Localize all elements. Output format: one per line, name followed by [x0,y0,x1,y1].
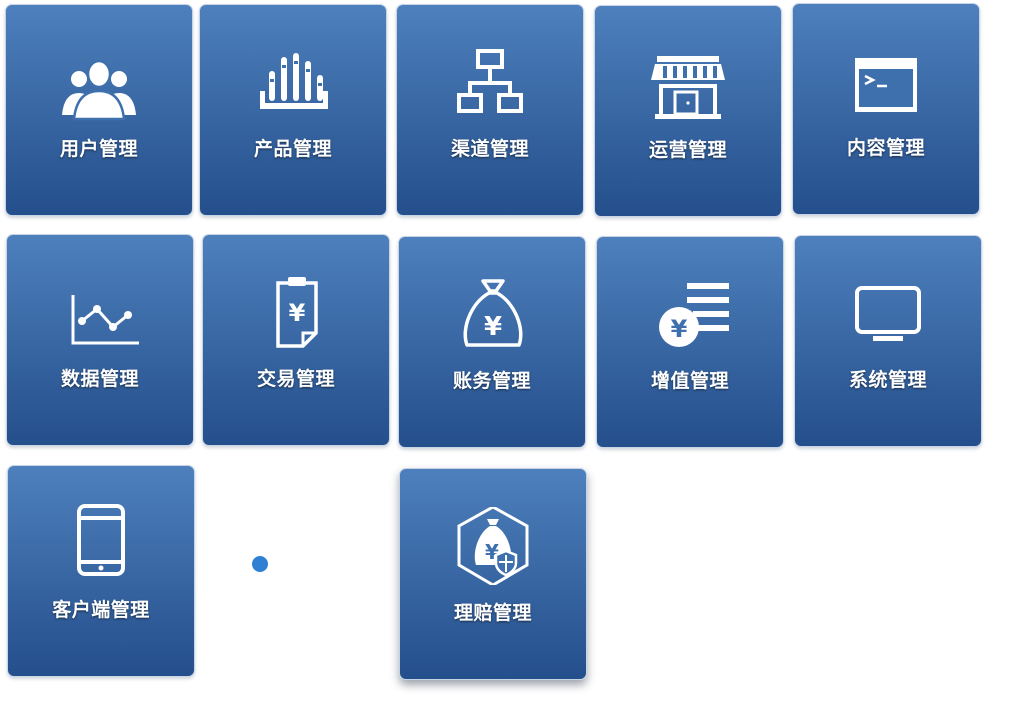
tile-value-added-management[interactable]: ¥ 增值管理 [596,236,784,448]
svg-text:¥: ¥ [484,312,502,342]
product-bars-icon [248,43,338,121]
tile-label: 增值管理 [650,370,729,392]
users-icon [54,43,144,121]
tile-product-management[interactable]: 产品管理 [199,4,387,216]
tile-label: 用户管理 [59,138,138,160]
tile-data-management[interactable]: 数据管理 [6,234,194,446]
tile-operation-management[interactable]: 运营管理 [594,5,782,217]
svg-text:¥: ¥ [289,299,306,327]
svg-text:¥: ¥ [671,315,688,343]
tile-accounting-management[interactable]: ¥ 账务管理 [398,236,586,448]
tile-label: 交易管理 [256,368,335,390]
tile-label: 内容管理 [846,137,925,159]
tile-channel-management[interactable]: 渠道管理 [396,4,584,216]
tile-label: 系统管理 [848,369,927,391]
yen-coin-stack-icon: ¥ [645,275,735,353]
tile-user-management[interactable]: 用户管理 [5,4,193,216]
line-chart-icon [55,273,145,351]
money-bag-icon: ¥ [447,275,537,353]
tile-label: 客户端管理 [52,599,150,621]
terminal-window-icon [841,42,931,120]
claim-shield-icon: ¥ [448,507,538,585]
carousel-indicator-dot[interactable] [252,556,268,572]
tile-client-management[interactable]: 客户端管理 [7,465,195,677]
tile-label: 理赔管理 [453,602,532,624]
tile-label: 运营管理 [648,139,727,161]
tile-transaction-management[interactable]: ¥ 交易管理 [202,234,390,446]
tile-label: 数据管理 [60,368,139,390]
tablet-icon [56,504,146,582]
tile-label: 产品管理 [253,138,332,160]
network-icon [445,43,535,121]
store-icon [643,44,733,122]
tile-label: 账务管理 [452,370,531,392]
clipboard-yen-icon: ¥ [251,273,341,351]
tile-content-management[interactable]: 内容管理 [792,3,980,215]
tile-label: 渠道管理 [450,138,529,160]
monitor-icon [843,274,933,352]
tile-claims-management[interactable]: ¥ 理赔管理 [399,468,587,680]
tile-system-management[interactable]: 系统管理 [794,235,982,447]
